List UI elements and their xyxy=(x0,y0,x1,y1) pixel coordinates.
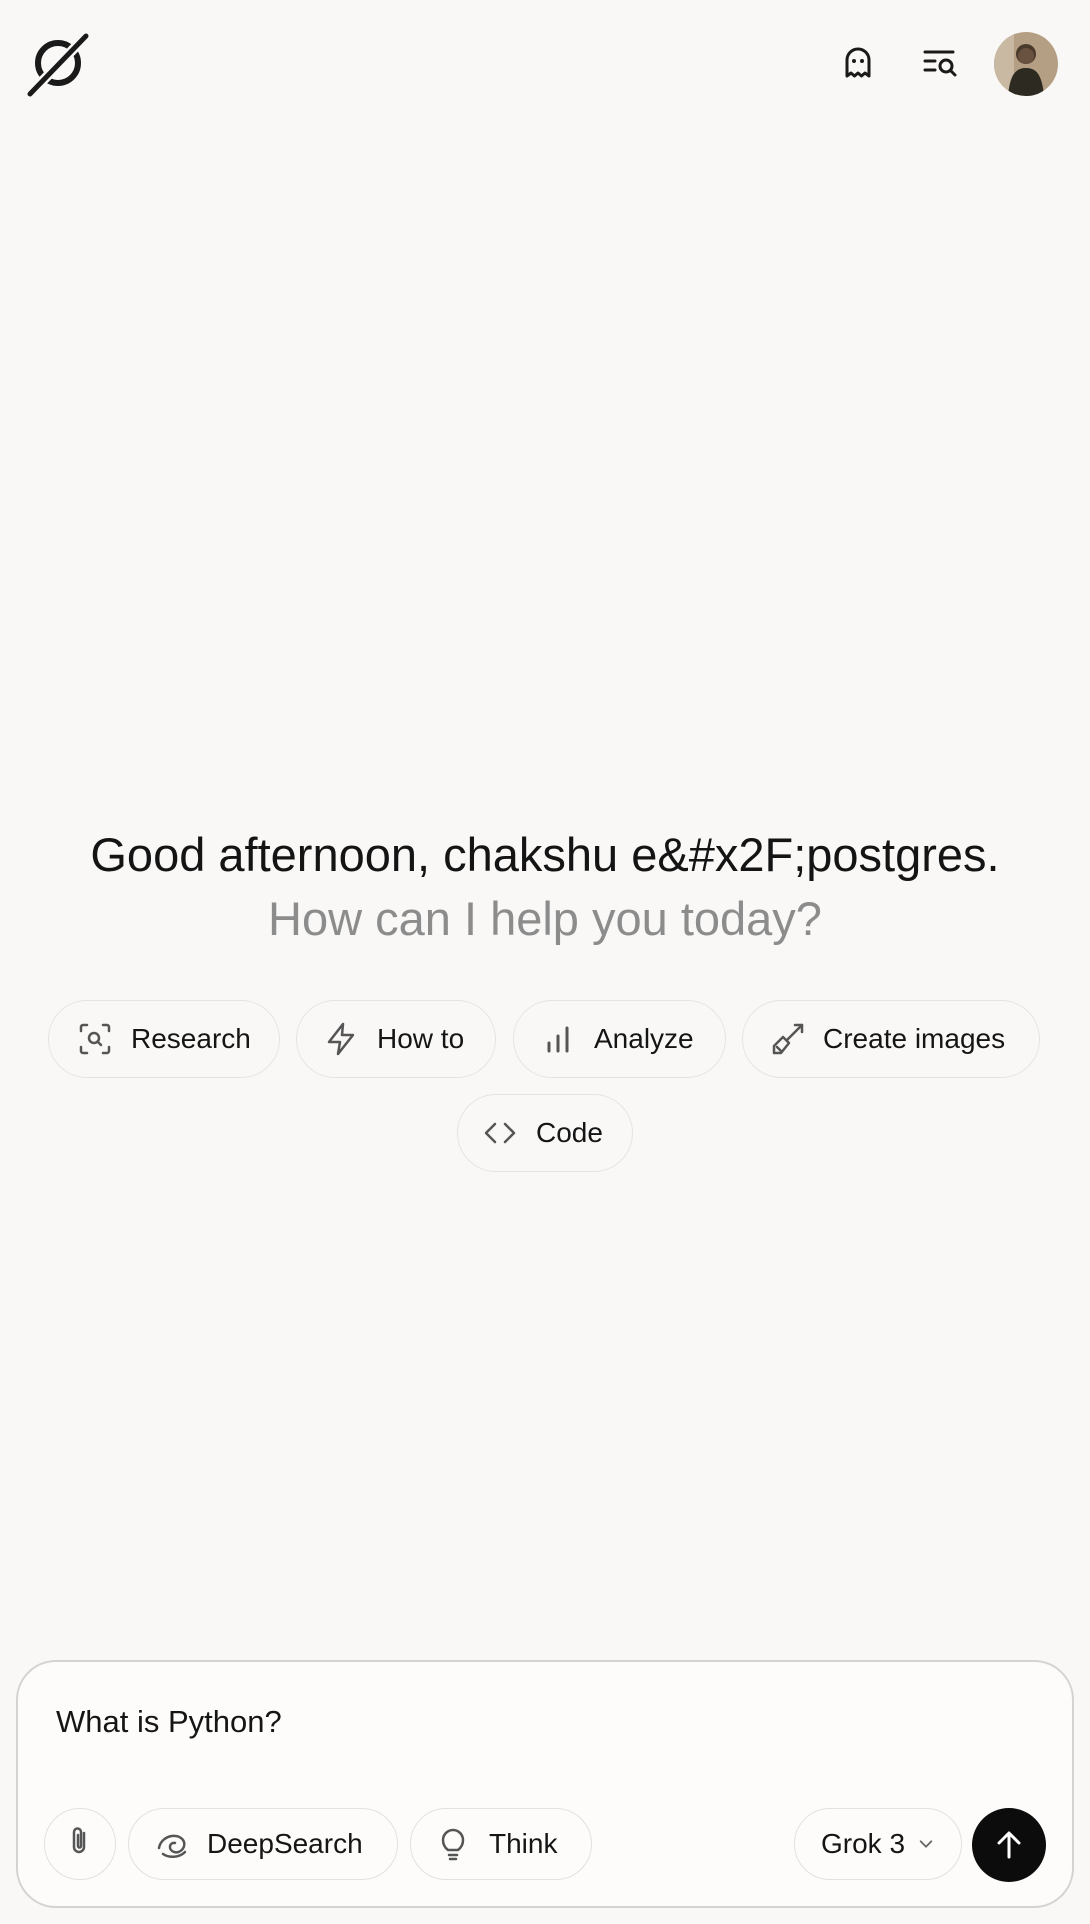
private-chat-button[interactable] xyxy=(834,40,882,88)
lightning-icon xyxy=(323,1021,359,1057)
attach-button[interactable] xyxy=(44,1808,116,1880)
user-avatar[interactable] xyxy=(994,32,1058,96)
think-label: Think xyxy=(489,1828,558,1859)
bar-chart-icon xyxy=(540,1021,576,1057)
deepsearch-icon xyxy=(155,1826,191,1862)
chip-research[interactable]: Research xyxy=(48,1000,280,1078)
greeting-title: Good afternoon, chakshu e&#x2F;postgres. xyxy=(90,828,1000,881)
chevron-down-icon xyxy=(917,1835,935,1853)
chip-how-to[interactable]: How to xyxy=(296,1000,496,1078)
send-button[interactable] xyxy=(972,1808,1046,1882)
model-label: Grok 3 xyxy=(821,1828,906,1859)
greeting-subtitle: How can I help you today? xyxy=(268,892,822,945)
chip-label: Analyze xyxy=(594,1023,694,1054)
deepsearch-button[interactable]: DeepSearch xyxy=(128,1808,398,1880)
chip-code[interactable]: Code xyxy=(457,1094,633,1172)
prompt-input[interactable]: What is Python? xyxy=(56,1700,282,1744)
chip-create-images[interactable]: Create images xyxy=(742,1000,1040,1078)
lightbulb-icon xyxy=(435,1826,471,1862)
deepsearch-label: DeepSearch xyxy=(207,1828,363,1859)
arrow-up-icon xyxy=(991,1827,1027,1863)
ghost-icon xyxy=(838,42,878,87)
grok-logo-icon[interactable] xyxy=(23,29,93,101)
chip-label: Create images xyxy=(823,1023,1006,1054)
chip-label: Research xyxy=(131,1023,251,1054)
chip-label: Code xyxy=(536,1117,603,1148)
chat-history-button[interactable] xyxy=(916,40,964,88)
model-select[interactable]: Grok 3 xyxy=(794,1808,962,1880)
page: Good afternoon, chakshu e&#x2F;postgres.… xyxy=(0,0,1090,1924)
search-frame-icon xyxy=(77,1021,113,1057)
paintbrush-icon xyxy=(769,1021,805,1057)
chip-label: How to xyxy=(377,1023,465,1054)
chip-analyze[interactable]: Analyze xyxy=(513,1000,726,1078)
think-button[interactable]: Think xyxy=(410,1808,592,1880)
paperclip-icon xyxy=(62,1823,98,1866)
code-brackets-icon xyxy=(482,1115,518,1151)
history-search-icon xyxy=(920,42,960,87)
